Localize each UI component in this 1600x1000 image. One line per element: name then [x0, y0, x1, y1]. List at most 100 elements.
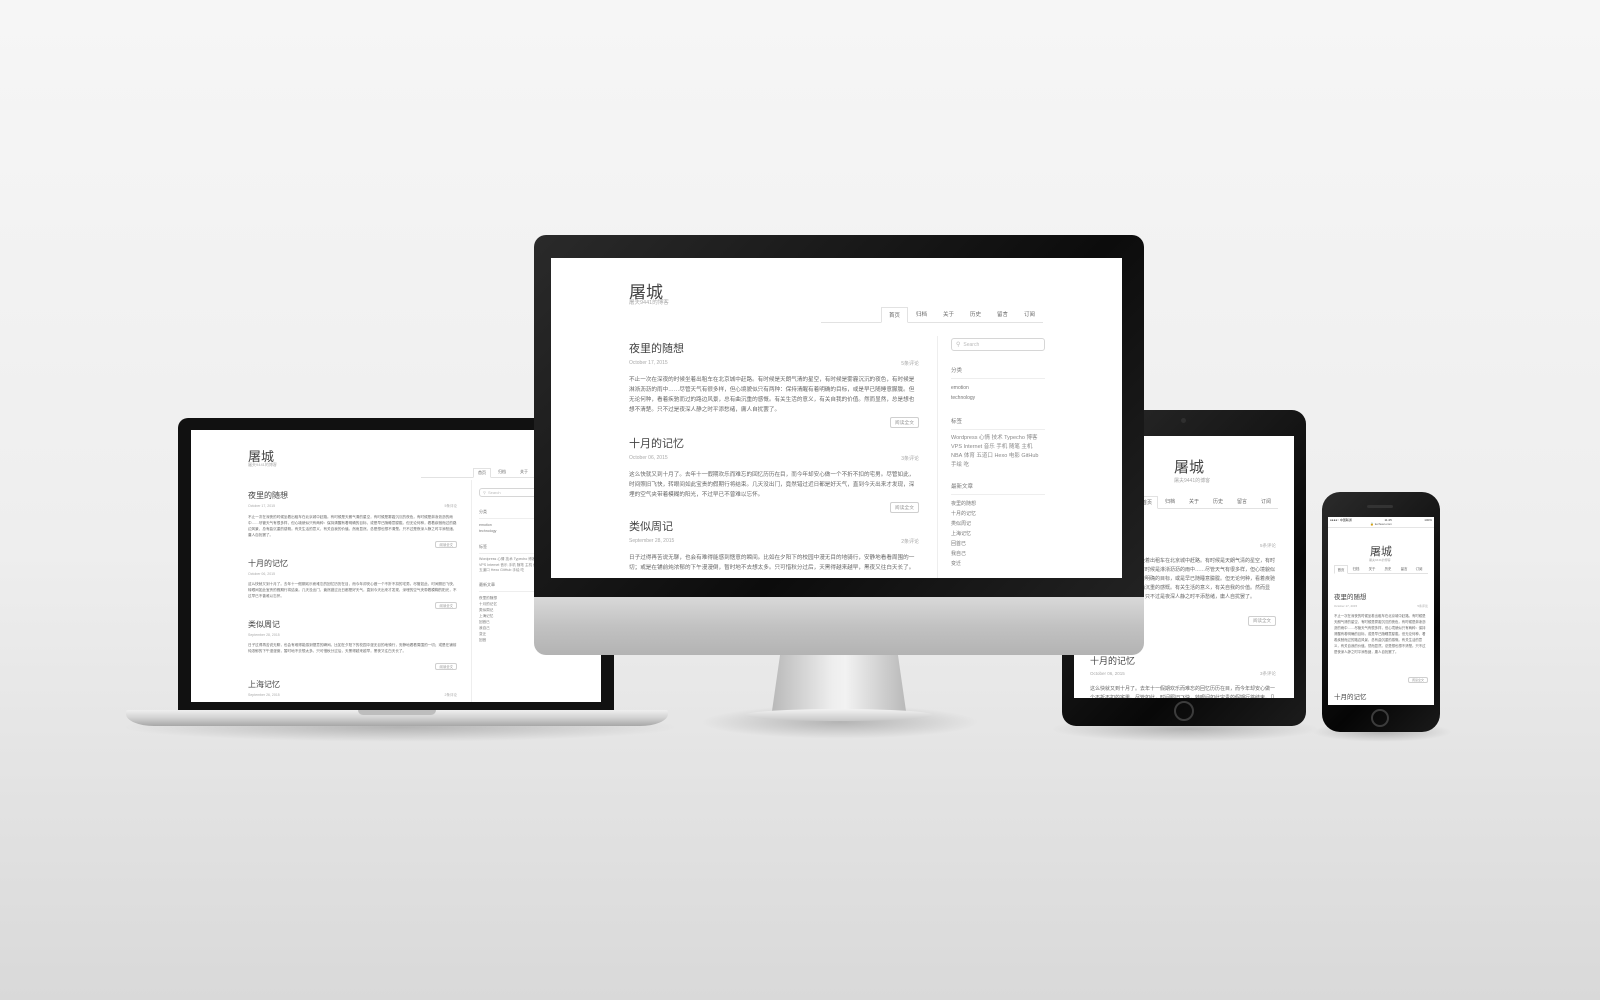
recent-link[interactable]: 我自己 — [951, 549, 1045, 559]
nav-item-archive[interactable]: 归档 — [491, 468, 513, 477]
post-title[interactable]: 十月的记忆 — [1090, 654, 1276, 667]
post-meta: October 17, 2015 5条评论 — [248, 504, 457, 509]
tag-link[interactable]: Wordpress — [951, 434, 978, 443]
nav-item-archive[interactable]: 归档 — [1348, 565, 1364, 573]
read-more-button[interactable]: 阅读全文 — [435, 602, 457, 609]
post-comments[interactable]: 2条评论 — [445, 693, 457, 698]
nav-item-home[interactable]: 首页 — [881, 307, 908, 323]
tag-link[interactable]: 五道口 — [479, 568, 490, 574]
category-link[interactable]: emotion — [951, 383, 1045, 393]
tag-link[interactable]: 心情 — [979, 434, 990, 443]
nav-item-history[interactable]: 历史 — [1206, 496, 1230, 508]
recent-link[interactable]: 变迁 — [951, 559, 1045, 569]
tag-link[interactable]: 音乐 — [984, 443, 995, 452]
nav-item-guestbook[interactable]: 留言 — [1230, 496, 1254, 508]
tag-link[interactable]: 手机 — [996, 443, 1007, 452]
recent-link[interactable]: 十月的记忆 — [951, 509, 1045, 519]
nav-item-archive[interactable]: 归档 — [908, 307, 935, 322]
nav-item-home[interactable]: 首页 — [473, 468, 491, 478]
post-comments[interactable]: 2条评论 — [901, 538, 919, 545]
tag-link[interactable]: 手绘 — [512, 568, 519, 574]
nav-item-history[interactable]: 历史 — [1380, 565, 1396, 573]
tag-link[interactable]: GitHub — [1021, 452, 1038, 461]
main-nav: 首页 归档 关于 历史 留言 订阅 — [1136, 496, 1278, 509]
post-date: September 28, 2015 — [248, 633, 280, 637]
post-item: 上海记忆 September 26, 2015 2条评论 — [248, 679, 457, 698]
recent-list: 夜里的随想 十月的记忆 类似周记 上海记忆 回首已 我自己 变迁 — [951, 499, 1045, 569]
nav-item-subscribe[interactable]: 订阅 — [1412, 565, 1426, 573]
recent-link[interactable]: 上海记忆 — [951, 529, 1045, 539]
nav-item-guestbook[interactable]: 留言 — [1396, 565, 1412, 573]
tag-link[interactable]: GitHub — [500, 568, 511, 574]
nav-item-about[interactable]: 关于 — [1364, 565, 1380, 573]
post-title[interactable]: 夜里的随想 — [629, 340, 919, 356]
tag-link[interactable]: NBA — [951, 452, 962, 461]
imac-screen: 屠城 屠夫9441的博客 首页 归档 关于 历史 留言 订阅 夜里的随想 Oct… — [551, 258, 1122, 578]
tablet-home-button[interactable] — [1174, 701, 1194, 721]
tag-link[interactable]: 随笔 — [1009, 443, 1020, 452]
post-title[interactable]: 十月的记忆 — [248, 558, 457, 569]
tag-link[interactable]: VPS — [951, 443, 962, 452]
category-link[interactable]: technology — [951, 393, 1045, 403]
read-more-button[interactable]: 阅读全文 — [889, 502, 919, 513]
tag-link[interactable]: 主机 — [525, 563, 532, 569]
post-comments[interactable]: 5条评论 — [1417, 604, 1428, 608]
tag-link[interactable]: 博客 — [1026, 434, 1037, 443]
tag-link[interactable]: 体育 — [964, 452, 975, 461]
tag-link[interactable]: 主机 — [1021, 443, 1032, 452]
tag-link[interactable]: 五道口 — [976, 452, 993, 461]
post-excerpt: 日子过得再苦说无聊，也会有难得能感到惬意的瞬间。比如在夕阳下的校园中漫无目的地骑… — [629, 555, 915, 571]
read-more-button[interactable]: 阅读全文 — [1407, 677, 1428, 683]
post-comments[interactable]: 5条评论 — [445, 504, 457, 509]
read-more-button[interactable]: 阅读全文 — [1248, 616, 1276, 626]
tag-link[interactable]: 技术 — [992, 434, 1003, 443]
post-item: 十月的记忆 — [1334, 691, 1428, 701]
post-title[interactable]: 夜里的随想 — [248, 490, 457, 501]
address-bar[interactable]: 🔒 tuchuan.com — [1328, 522, 1434, 526]
post-title[interactable]: 十月的记忆 — [1334, 691, 1428, 701]
search-input[interactable]: ⚲ Search — [951, 338, 1045, 351]
tag-link[interactable]: 电影 — [1009, 452, 1020, 461]
post-title[interactable]: 夜里的随想 — [1334, 591, 1428, 601]
tag-link[interactable]: 吃 — [521, 568, 525, 574]
post-comments[interactable]: 3条评论 — [1260, 671, 1276, 677]
nav-item-about[interactable]: 关于 — [935, 307, 962, 322]
nav-item-guestbook[interactable]: 留言 — [989, 307, 1016, 322]
post-comments[interactable]: 5条评论 — [1260, 543, 1276, 549]
post-title[interactable]: 十月的记忆 — [629, 435, 919, 451]
nav-item-about[interactable]: 关于 — [513, 468, 535, 477]
site-subtitle: 屠夫9441的博客 — [1369, 558, 1391, 562]
read-more-button[interactable]: 阅读全文 — [889, 417, 919, 428]
post-title[interactable]: 类似周记 — [629, 518, 919, 534]
recent-link[interactable]: 回首已 — [951, 539, 1045, 549]
post-date: October 17, 2015 — [1334, 604, 1358, 608]
phone-home-button[interactable] — [1371, 709, 1389, 727]
site-title[interactable]: 屠城 — [1370, 543, 1392, 559]
tag-link[interactable]: 手绘 — [951, 461, 962, 470]
post-comments[interactable]: 5条评论 — [901, 360, 919, 367]
tag-link[interactable]: Typecho — [1004, 434, 1025, 443]
nav-item-subscribe[interactable]: 订阅 — [1016, 307, 1043, 322]
post-title[interactable]: 类似周记 — [248, 619, 457, 630]
nav-item-history[interactable]: 历史 — [962, 307, 989, 322]
tag-link[interactable]: 吃 — [964, 461, 970, 470]
read-more-button[interactable]: 阅读全文 — [435, 541, 457, 548]
tag-link[interactable]: Internet — [964, 443, 983, 452]
nav-item-about[interactable]: 关于 — [1182, 496, 1206, 508]
read-more-button[interactable]: 阅读全文 — [435, 663, 457, 670]
post-comments[interactable]: 3条评论 — [901, 455, 919, 462]
post-meta: October 06, 2015 3条评论 — [1090, 671, 1276, 677]
recent-link[interactable]: 夜里的随想 — [951, 499, 1045, 509]
recent-link[interactable]: 类似周记 — [951, 519, 1045, 529]
site-title[interactable]: 屠城 — [1174, 456, 1204, 477]
post-date: September 28, 2015 — [629, 538, 675, 544]
post-date: October 06, 2015 — [1090, 671, 1125, 676]
nav-item-home[interactable]: 首页 — [1334, 565, 1348, 574]
nav-item-archive[interactable]: 归档 — [1158, 496, 1182, 508]
nav-item-subscribe[interactable]: 订阅 — [1254, 496, 1278, 508]
post-list: 夜里的随想 October 17, 2015 5条评论 不止一次在深夜的时候坐着… — [248, 490, 457, 698]
tag-link[interactable]: Hexo — [994, 452, 1007, 461]
post-title[interactable]: 上海记忆 — [248, 679, 457, 690]
tag-link[interactable]: Hexo — [491, 568, 499, 574]
search-icon: ⚲ — [483, 490, 486, 495]
